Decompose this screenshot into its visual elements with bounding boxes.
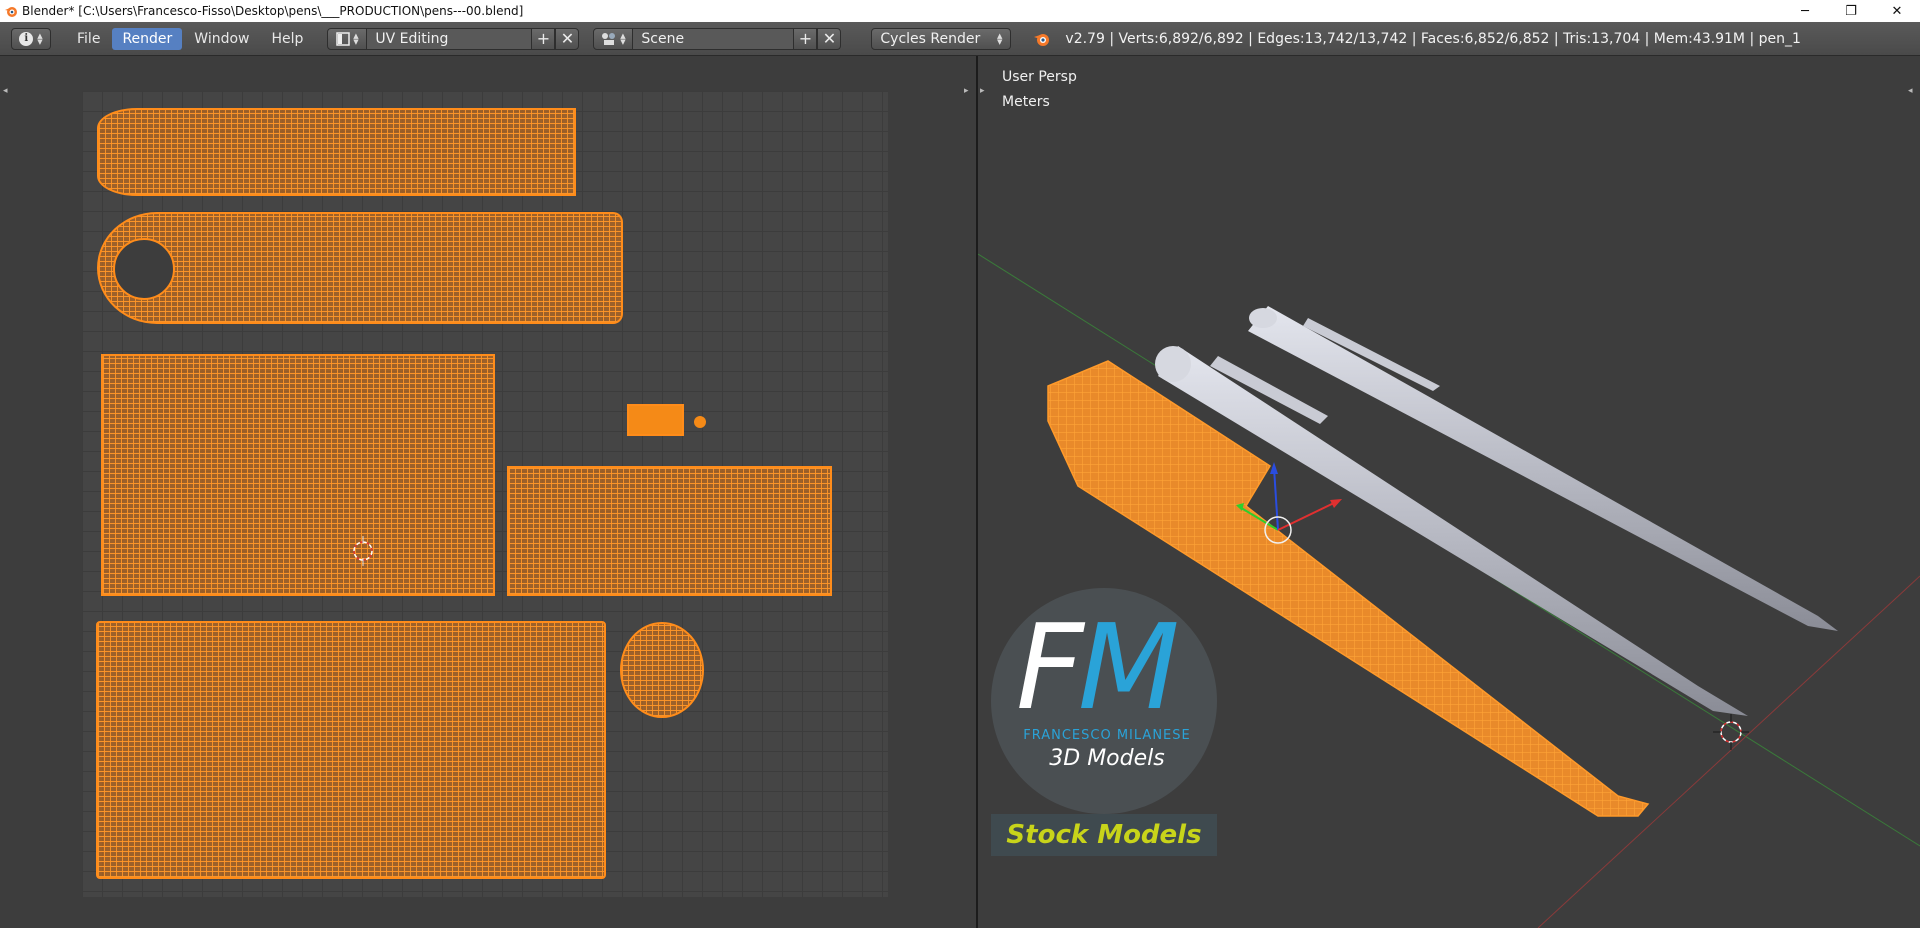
- watermark-fm-letters: FM: [1016, 598, 1180, 736]
- screen-layout-field[interactable]: UV Editing: [367, 27, 532, 50]
- info-header: i ▲ ▼ File Render Window Help ▲ ▼ UV Editi…: [0, 22, 1920, 56]
- menu-file[interactable]: File: [67, 28, 110, 50]
- scene-icon: [602, 32, 616, 45]
- updown-arrows-icon: ▲ ▼: [37, 31, 43, 46]
- add-screen-button[interactable]: +: [531, 27, 556, 50]
- add-scene-button[interactable]: +: [793, 27, 818, 50]
- main-menu: File Render Window Help: [67, 27, 313, 50]
- watermark-badge-text: Stock Models: [1006, 820, 1202, 850]
- close-icon: ✕: [822, 29, 837, 48]
- menu-window[interactable]: Window: [184, 28, 259, 50]
- uv-island-clip[interactable]: [97, 108, 576, 196]
- window-title: Blender* [C:\Users\Francesco-Fisso\Deskt…: [22, 4, 524, 18]
- uv-island-barrel[interactable]: [96, 621, 606, 879]
- uv-2d-cursor-icon[interactable]: [348, 536, 378, 566]
- watermark-name: FRANCESCO MILANESE: [1023, 728, 1191, 743]
- scene-group: ▲ ▼ Scene + ✕: [593, 27, 842, 50]
- uv-island-small-rect[interactable]: [627, 404, 684, 436]
- editor-type-selector[interactable]: i ▲ ▼: [11, 27, 51, 50]
- uv-island-body-medium[interactable]: [507, 466, 832, 596]
- screen-layout-selector[interactable]: ▲ ▼: [327, 27, 368, 50]
- close-icon: ✕: [560, 29, 575, 48]
- uv-island-dot[interactable]: [694, 416, 706, 428]
- restore-button[interactable]: ❐: [1828, 0, 1874, 22]
- uv-island-body-large[interactable]: [101, 354, 495, 596]
- uv-island-round[interactable]: [620, 622, 704, 718]
- add-icon: +: [798, 29, 813, 48]
- screen-layout-icon: [336, 31, 350, 46]
- region-toggle-icon[interactable]: ◂: [3, 86, 8, 96]
- screen-layout-group: ▲ ▼ UV Editing + ✕: [327, 27, 580, 50]
- scene-selector[interactable]: ▲ ▼: [593, 27, 634, 50]
- blender-app-icon: [5, 7, 17, 17]
- blender-logo-icon: [1034, 33, 1050, 46]
- render-engine-dropdown[interactable]: Cycles Render ▲ ▼: [871, 27, 1012, 50]
- render-engine-label: Cycles Render: [880, 30, 981, 47]
- scene-field[interactable]: Scene: [633, 27, 794, 50]
- watermark-subtitle: 3D Models: [1049, 746, 1165, 771]
- remove-scene-button[interactable]: ✕: [817, 27, 842, 50]
- region-toggle-icon[interactable]: ▸: [964, 86, 969, 96]
- window-titlebar: Blender* [C:\Users\Francesco-Fisso\Deskt…: [0, 0, 1920, 22]
- menu-render[interactable]: Render: [112, 27, 183, 50]
- scene-statistics: v2.79 | Verts:6,892/6,892 | Edges:13,742…: [1065, 30, 1801, 47]
- close-window-button[interactable]: ✕: [1874, 0, 1920, 22]
- uv-image-editor[interactable]: ◂ ▸: [0, 56, 976, 928]
- watermark-badge: Stock Models: [991, 814, 1217, 856]
- uv-island-hole: [113, 238, 175, 300]
- info-editor-icon: i: [19, 31, 34, 46]
- uv-island-cap[interactable]: [97, 212, 623, 324]
- 3d-viewport[interactable]: ▸ ◂ User Persp Meters FM FRANCESCO MILAN…: [978, 56, 1920, 928]
- minimize-button[interactable]: ─: [1782, 0, 1828, 22]
- menu-help[interactable]: Help: [261, 28, 313, 50]
- updown-arrows-icon: ▲ ▼: [997, 31, 1003, 46]
- window-controls: ─ ❐ ✕: [1782, 0, 1920, 22]
- remove-screen-button[interactable]: ✕: [555, 27, 580, 50]
- add-icon: +: [536, 29, 551, 48]
